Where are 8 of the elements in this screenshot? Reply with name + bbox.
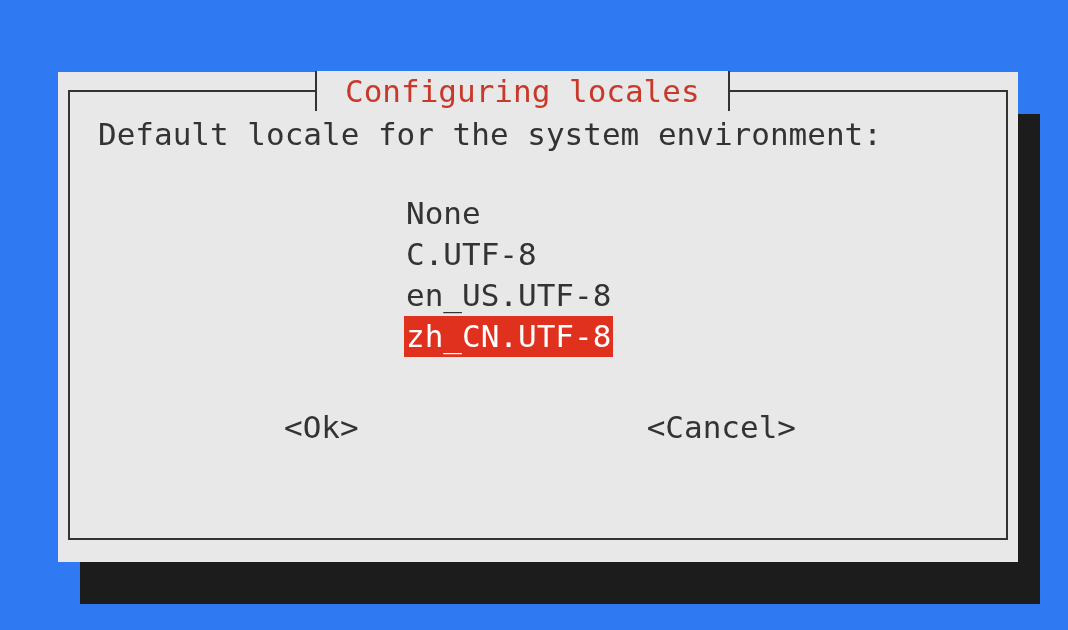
- locale-option[interactable]: C.UTF-8: [404, 234, 539, 275]
- cancel-button[interactable]: <Cancel>: [646, 407, 796, 448]
- locale-option[interactable]: None: [404, 193, 483, 234]
- locale-option[interactable]: zh_CN.UTF-8: [404, 316, 614, 357]
- prompt-text: Default locale for the system environment:: [98, 115, 882, 154]
- locale-option[interactable]: en_US.UTF-8: [404, 275, 614, 316]
- dialog-title: Configuring locales: [315, 71, 730, 111]
- ok-button[interactable]: <Ok>: [284, 407, 359, 448]
